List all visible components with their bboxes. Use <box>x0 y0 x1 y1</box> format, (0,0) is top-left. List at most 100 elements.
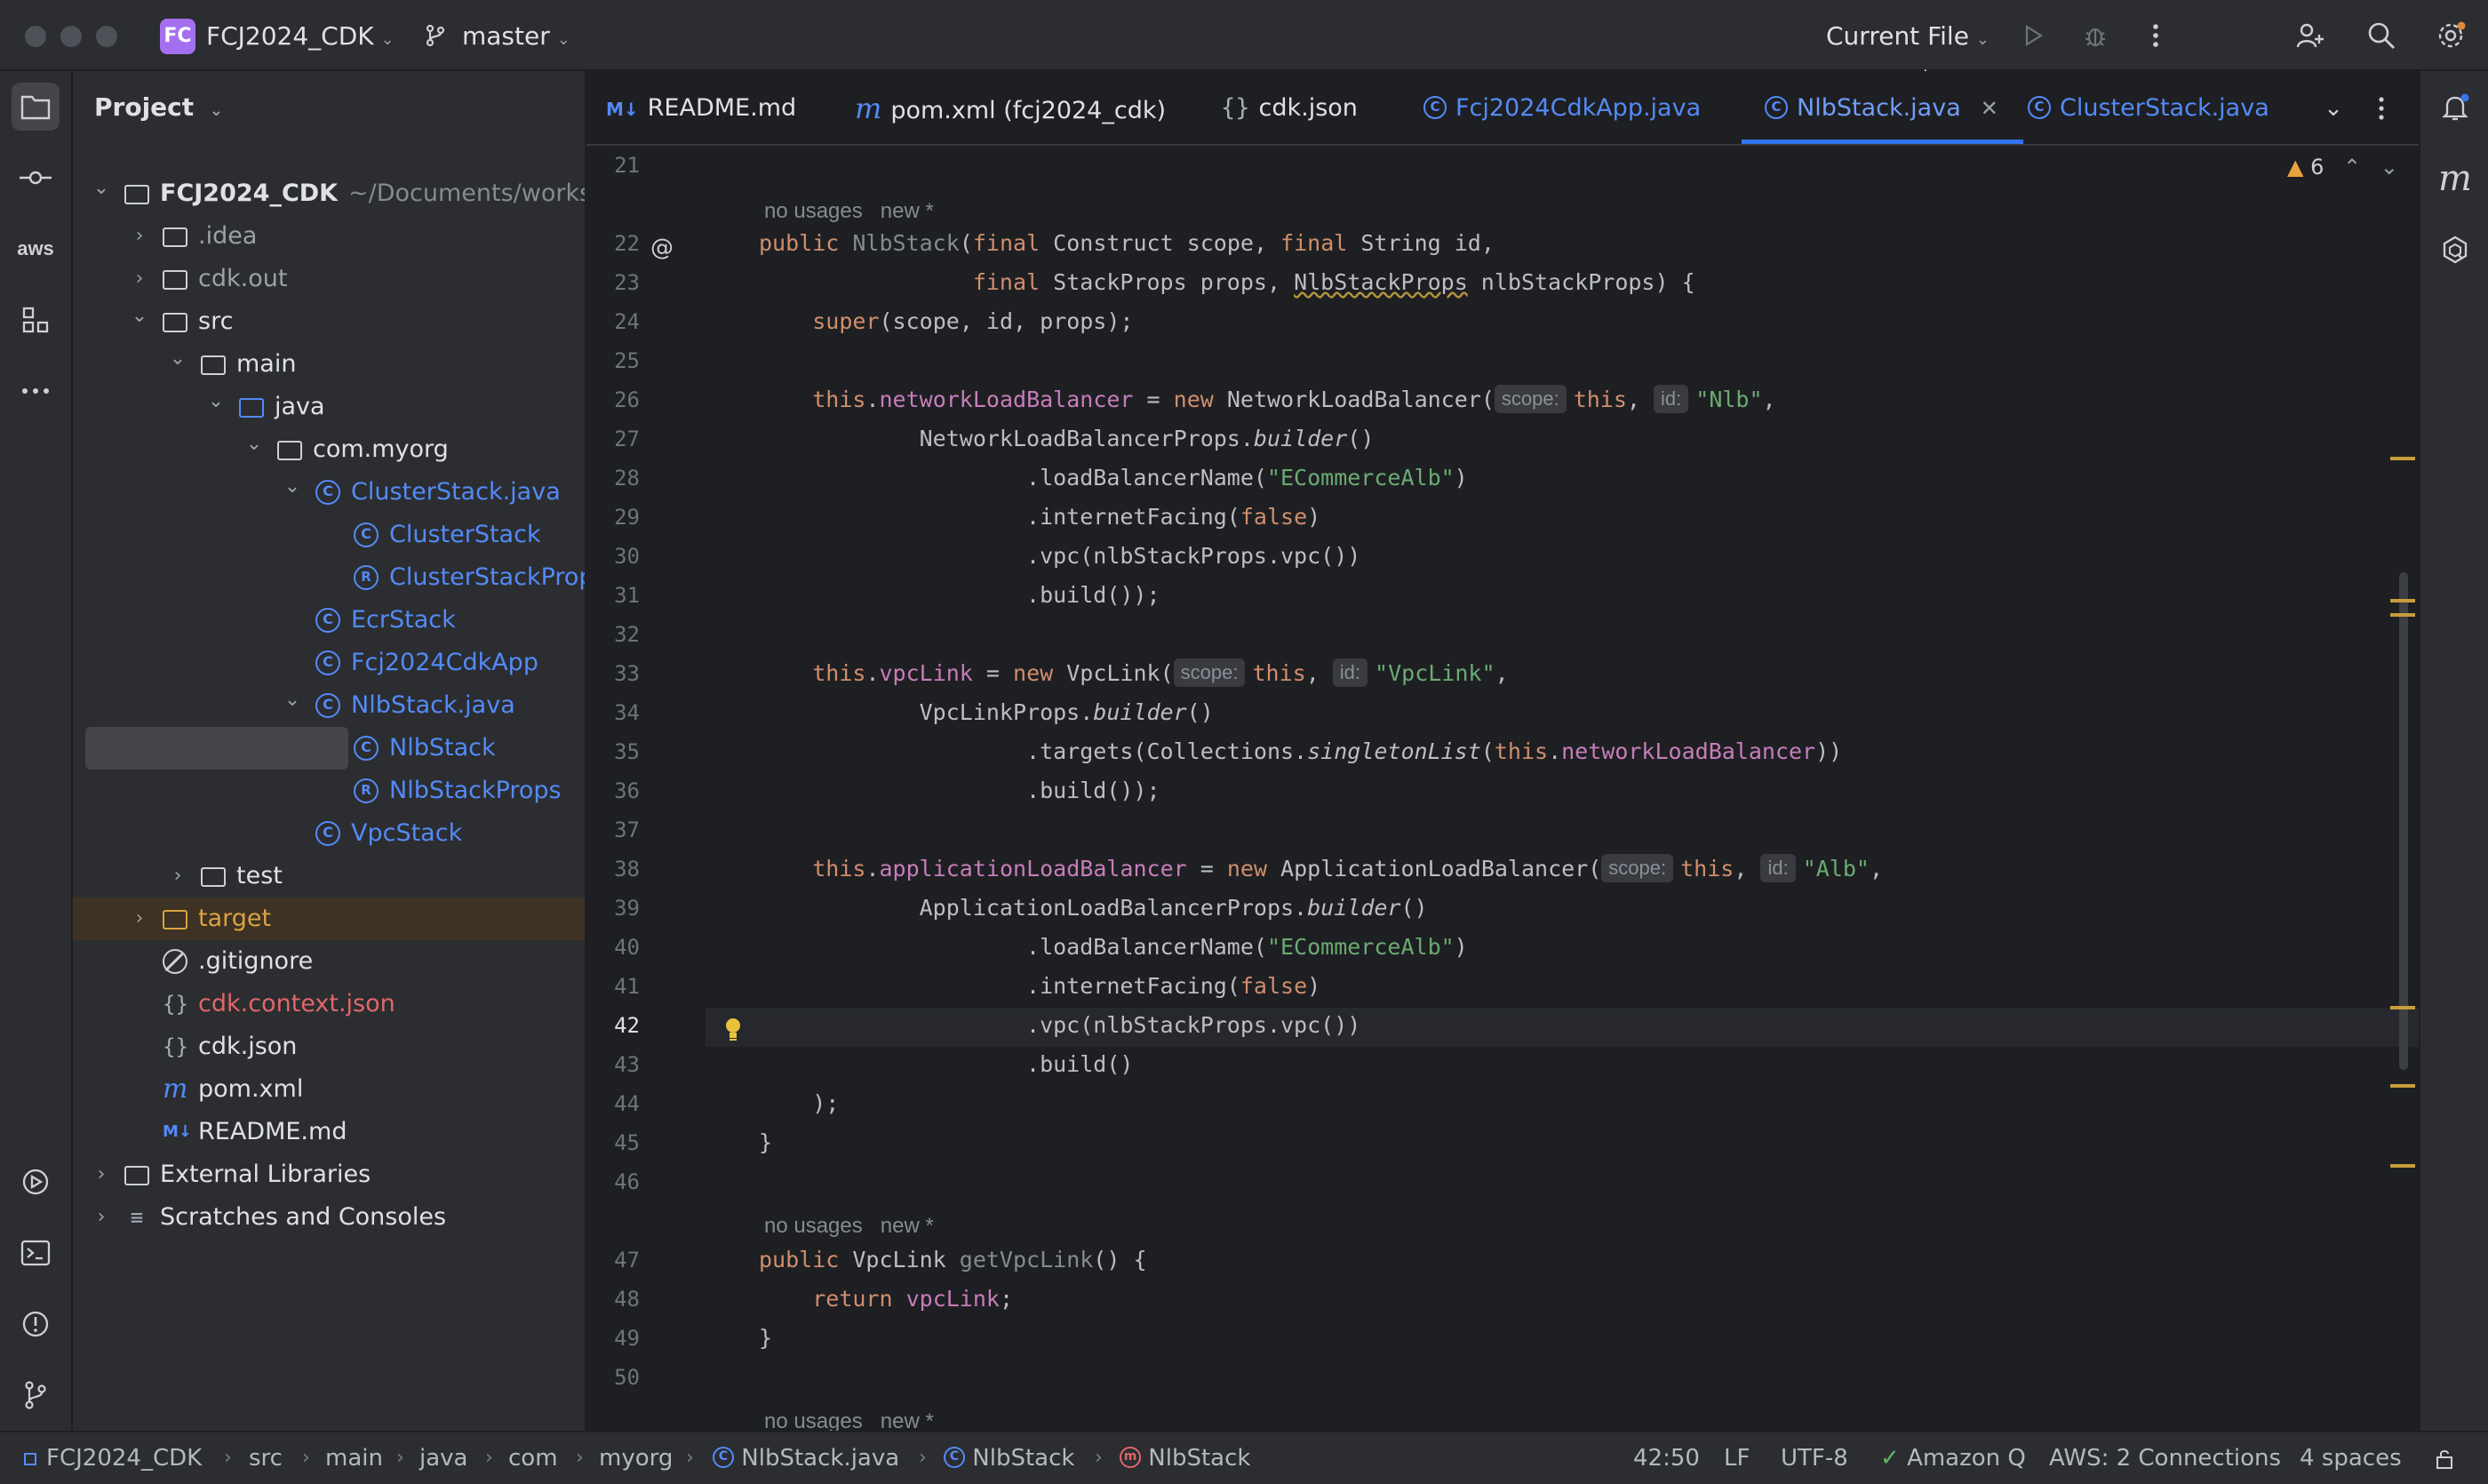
notifications-button[interactable] <box>2433 85 2477 130</box>
terminal-tool-button[interactable] <box>12 1229 60 1277</box>
code-line[interactable]: super(scope, id, props); <box>759 302 1133 341</box>
chevron-right-icon[interactable]: › <box>129 258 150 300</box>
breadcrumb-src[interactable]: src <box>249 1432 283 1484</box>
run-button[interactable] <box>2015 18 2051 53</box>
tree-item[interactable]: C Fcj2024CdkApp <box>73 642 585 684</box>
amazon-q-button[interactable] <box>2433 227 2477 272</box>
breadcrumb-class[interactable]: C NlbStack <box>944 1432 1074 1484</box>
tree-item[interactable]: ⌄ java <box>73 386 585 428</box>
breadcrumb-file[interactable]: C NlbStack.java <box>713 1432 899 1484</box>
search-button[interactable] <box>2364 18 2399 53</box>
code-line[interactable]: .vpc(nlbStackProps.vpc()) <box>759 537 1360 576</box>
code-with-me-button[interactable] <box>2293 18 2328 53</box>
code-line[interactable]: .vpc(nlbStackProps.vpc()) <box>759 1006 1360 1045</box>
structure-tool-button[interactable] <box>12 296 60 344</box>
chevron-right-icon[interactable]: › <box>91 1153 112 1196</box>
warning-stripe-mark[interactable] <box>2390 599 2415 602</box>
chevron-down-icon[interactable]: ⌄ <box>205 380 227 423</box>
tree-item[interactable]: ⌄FCJ2024_CDK~/Documents/workshop <box>73 172 585 215</box>
code-line[interactable]: .build()); <box>759 576 1160 615</box>
override-marker-icon[interactable]: @ <box>650 235 674 261</box>
code-line[interactable]: this.networkLoadBalancer = new NetworkLo… <box>759 380 1776 419</box>
tree-item[interactable]: ⌄ src <box>73 300 585 343</box>
chevron-down-icon[interactable]: ⌄ <box>91 167 112 210</box>
tree-item[interactable]: C VpcStack <box>73 812 585 855</box>
vertical-scrollbar[interactable] <box>2399 572 2408 1070</box>
chevron-down-icon[interactable]: ⌄ <box>129 295 150 338</box>
aws-connections[interactable]: AWS: 2 Connections <box>2049 1432 2281 1484</box>
more-actions-button[interactable] <box>2138 18 2173 53</box>
breadcrumb-project[interactable]: FCJ2024_CDK <box>46 1432 202 1484</box>
tab-options-button[interactable] <box>2364 91 2399 126</box>
code-line[interactable]: } <box>759 1319 772 1358</box>
close-icon[interactable]: ✕ <box>1981 96 1998 121</box>
code-line[interactable]: final StackProps props, NlbStackProps nl… <box>759 263 1695 302</box>
code-line[interactable]: .internetFacing(false) <box>759 498 1320 537</box>
lightbulb-icon[interactable] <box>723 1017 743 1041</box>
chevron-down-icon[interactable]: ⌄ <box>2380 155 2398 180</box>
tree-item[interactable]: R ClusterStackProps <box>73 556 585 599</box>
project-badge[interactable]: FC <box>160 19 195 54</box>
more-tools-button[interactable] <box>12 367 60 415</box>
code-line[interactable]: .loadBalancerName("ECommerceAlb") <box>759 928 1468 967</box>
warning-stripe-mark[interactable] <box>2390 1164 2415 1168</box>
breadcrumb-com[interactable]: com <box>508 1432 558 1484</box>
tree-item[interactable]: › test <box>73 855 585 898</box>
project-tool-button[interactable] <box>12 83 60 131</box>
usages-hint[interactable]: no usages new * <box>764 1209 934 1244</box>
chevron-down-icon[interactable]: ⌄ <box>167 338 188 380</box>
tab-cdk-json[interactable]: {} cdk.json <box>1221 71 1358 144</box>
tab-clusterstack[interactable]: C ClusterStack.java <box>2028 71 2269 144</box>
tree-item[interactable]: ⌄ C NlbStack.java <box>73 684 585 727</box>
tree-item[interactable]: ⌄ C ClusterStack.java <box>73 471 585 514</box>
indent-setting[interactable]: 4 spaces <box>2300 1432 2402 1484</box>
services-tool-button[interactable] <box>12 1158 60 1206</box>
breadcrumb-myorg[interactable]: myorg <box>599 1432 673 1484</box>
usages-hint[interactable]: no usages new * <box>764 194 934 229</box>
warning-stripe-mark[interactable] <box>2390 613 2415 617</box>
code-line[interactable]: .build()); <box>759 771 1160 810</box>
file-encoding[interactable]: UTF-8 <box>1781 1432 1848 1484</box>
code-line[interactable]: VpcLinkProps.builder() <box>759 693 1214 732</box>
commit-tool-button[interactable] <box>12 154 60 202</box>
code-line[interactable]: public NlbStack(final Construct scope, f… <box>759 224 1495 263</box>
chevron-down-icon[interactable]: ⌄ <box>243 423 265 466</box>
window-zoom-button[interactable] <box>96 26 117 47</box>
tree-item[interactable]: › External Libraries <box>73 1153 585 1196</box>
code-line[interactable]: ApplicationLoadBalancerProps.builder() <box>759 889 1428 928</box>
code-line[interactable]: .internetFacing(false) <box>759 967 1320 1006</box>
code-line[interactable]: return vpcLink; <box>759 1280 1013 1319</box>
tab-pom-xml[interactable]: m pom.xml (fcj2024_cdk) <box>855 71 1166 144</box>
tab-nlbstack[interactable]: C NlbStack.java ✕ <box>1742 71 2023 144</box>
tree-item[interactable]: {} cdk.context.json <box>73 983 585 1025</box>
code-line[interactable]: } <box>759 1123 772 1162</box>
tree-item[interactable]: › target <box>73 898 585 940</box>
window-close-button[interactable] <box>25 26 46 47</box>
tree-item[interactable]: {} cdk.json <box>73 1025 585 1068</box>
code-line[interactable]: ); <box>759 1084 839 1123</box>
project-panel-header[interactable]: Project ⌄ <box>94 92 223 122</box>
breadcrumb-main[interactable]: main <box>325 1432 383 1484</box>
warning-stripe-mark[interactable] <box>2390 1084 2415 1088</box>
lock-icon[interactable] <box>2435 1448 2454 1470</box>
chevron-down-icon[interactable]: ⌄ <box>282 466 303 508</box>
warning-stripe-mark[interactable] <box>2390 1006 2415 1009</box>
breadcrumb-java[interactable]: java <box>419 1432 467 1484</box>
breadcrumb-method[interactable]: m NlbStack <box>1120 1432 1250 1484</box>
tree-item[interactable]: › ≡ Scratches and Consoles <box>73 1196 585 1239</box>
git-tool-button[interactable] <box>12 1371 60 1419</box>
project-selector[interactable]: FCJ2024_CDK ⌄ <box>206 21 395 55</box>
tab-readme[interactable]: M↓ README.md <box>606 71 796 144</box>
tab-list-button[interactable]: ⌄ <box>2316 91 2351 126</box>
aws-toolkit-button[interactable]: aws <box>12 225 60 273</box>
tree-item[interactable]: ⌄ com.myorg <box>73 428 585 471</box>
chevron-up-icon[interactable]: ⌃ <box>2343 155 2361 180</box>
tree-item[interactable]: C NlbStack <box>85 727 496 770</box>
usages-hint[interactable]: no usages new * <box>764 1404 934 1431</box>
inspection-widget[interactable]: ▲ 6 ⌃ ⌄ <box>2287 155 2398 180</box>
problems-tool-button[interactable] <box>12 1300 60 1348</box>
run-config-selector[interactable]: Current File ⌄ <box>1826 21 1990 55</box>
tree-item[interactable]: R NlbStackProps <box>73 770 585 812</box>
caret-position[interactable]: 42:50 <box>1633 1432 1700 1484</box>
chevron-right-icon[interactable]: › <box>129 215 150 258</box>
